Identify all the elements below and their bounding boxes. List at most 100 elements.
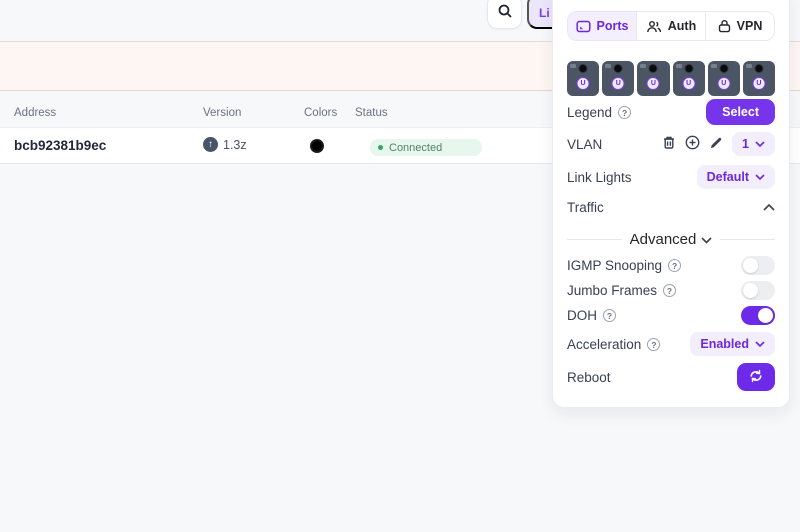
vlan-add-button[interactable] xyxy=(685,135,700,153)
vlan-edit-button[interactable] xyxy=(709,136,723,153)
reboot-label: Reboot xyxy=(567,369,611,385)
link-lights-value: Default xyxy=(706,170,749,184)
column-header-version: Version xyxy=(203,107,242,119)
port-untagged-badge: U xyxy=(682,77,696,90)
vlan-value: 1 xyxy=(742,137,749,151)
port-corner-label xyxy=(710,64,717,68)
port-led-icon xyxy=(754,64,764,73)
link-lights-dropdown[interactable]: Default xyxy=(696,165,775,189)
port-led-icon xyxy=(719,64,729,73)
tab-ports[interactable]: Ports xyxy=(568,12,637,40)
device-version: 1.3z xyxy=(223,137,247,152)
chevron-down-icon xyxy=(755,174,765,180)
advanced-label: Advanced xyxy=(629,230,697,248)
column-header-address: Address xyxy=(14,107,57,119)
status-dot-icon xyxy=(378,145,383,150)
acceleration-help-icon[interactable]: ? xyxy=(647,337,661,351)
vlan-dropdown[interactable]: 1 xyxy=(732,132,775,156)
doh-toggle[interactable] xyxy=(741,305,775,325)
reboot-row: Reboot xyxy=(567,362,775,392)
auth-users-icon xyxy=(646,20,662,33)
port-tiles-strip: U U U U U U xyxy=(567,61,776,96)
port-tile[interactable]: U xyxy=(707,61,740,96)
port-tile[interactable]: U xyxy=(672,61,705,96)
divider-line xyxy=(720,238,775,240)
igmp-snooping-row: IGMP Snooping ? xyxy=(567,253,775,277)
port-tile[interactable]: U xyxy=(742,61,776,96)
legend-label: Legend xyxy=(567,104,613,120)
plus-circle-icon xyxy=(685,135,700,153)
port-corner-label xyxy=(640,64,647,68)
port-led-icon xyxy=(613,64,623,73)
refresh-icon xyxy=(748,368,764,387)
jumbo-help-icon[interactable]: ? xyxy=(663,283,677,297)
jumbo-frames-label: Jumbo Frames xyxy=(567,282,658,298)
igmp-snooping-label: IGMP Snooping xyxy=(567,257,663,273)
port-corner-label xyxy=(570,64,576,68)
divider-line xyxy=(567,238,622,240)
doh-help-icon[interactable]: ? xyxy=(603,308,616,322)
jumbo-toggle[interactable] xyxy=(741,280,775,300)
tab-vpn-label: VPN xyxy=(736,19,763,33)
port-led-icon xyxy=(648,64,658,73)
igmp-toggle[interactable] xyxy=(741,255,775,275)
port-corner-label xyxy=(605,64,612,68)
port-untagged-badge: U xyxy=(611,77,625,90)
chevron-up-icon[interactable] xyxy=(763,198,775,216)
ports-icon xyxy=(575,20,591,33)
device-settings-panel: Ports Auth VPN U U U U U U Legend ? Sele… xyxy=(552,0,790,408)
vlan-label: VLAN xyxy=(567,136,603,152)
port-untagged-badge: U xyxy=(576,77,590,90)
tab-vpn[interactable]: VPN xyxy=(706,12,774,40)
igmp-help-icon[interactable]: ? xyxy=(668,258,682,272)
acceleration-row: Acceleration ? Enabled xyxy=(567,330,775,358)
port-corner-label xyxy=(675,64,682,68)
doh-row: DOH ? xyxy=(567,303,775,327)
reboot-button[interactable] xyxy=(737,363,775,391)
port-led-icon xyxy=(684,64,694,73)
port-untagged-badge: U xyxy=(717,77,731,90)
advanced-divider: Advanced xyxy=(567,227,775,251)
link-lights-row: Link Lights Default xyxy=(567,163,775,191)
tab-ports-label: Ports xyxy=(596,19,629,33)
panel-tabbar: Ports Auth VPN xyxy=(567,11,775,41)
vlan-row: VLAN 1 xyxy=(567,130,775,158)
port-tile[interactable]: U xyxy=(567,61,600,96)
port-corner-label xyxy=(745,64,752,68)
link-lights-label: Link Lights xyxy=(567,169,632,185)
device-address: bcb92381b9ec xyxy=(14,138,107,153)
advanced-toggle[interactable]: Advanced xyxy=(630,231,713,248)
search-button[interactable] xyxy=(487,0,522,29)
select-button[interactable]: Select xyxy=(706,99,775,125)
chevron-down-icon xyxy=(755,141,765,147)
chevron-down-icon xyxy=(701,231,712,248)
vlan-delete-button[interactable] xyxy=(662,135,676,153)
device-version-cell: ↑ 1.3z xyxy=(203,137,247,152)
trash-icon xyxy=(662,135,676,153)
tab-auth[interactable]: Auth xyxy=(637,12,706,40)
port-led-icon xyxy=(578,64,588,73)
status-badge: Connected xyxy=(370,139,482,156)
port-tile[interactable]: U xyxy=(602,61,635,96)
legend-help-icon[interactable]: ? xyxy=(618,105,632,119)
acceleration-dropdown[interactable]: Enabled xyxy=(690,332,775,356)
acceleration-value: Enabled xyxy=(700,337,749,351)
tab-auth-label: Auth xyxy=(667,19,697,33)
acceleration-label: Acceleration xyxy=(567,336,642,352)
chevron-down-icon xyxy=(755,341,765,347)
traffic-label: Traffic xyxy=(567,199,604,215)
status-label: Connected xyxy=(389,141,443,154)
column-header-colors: Colors xyxy=(304,107,338,119)
doh-label: DOH xyxy=(567,307,597,323)
search-icon xyxy=(497,3,513,22)
port-tile[interactable]: U xyxy=(637,61,670,96)
traffic-row[interactable]: Traffic xyxy=(567,195,775,219)
pencil-icon xyxy=(709,136,723,153)
jumbo-frames-row: Jumbo Frames ? xyxy=(567,278,775,302)
port-untagged-badge: U xyxy=(752,77,766,90)
legend-row: Legend ? Select xyxy=(567,98,775,126)
vpn-lock-icon xyxy=(718,19,731,33)
lights-button-label: Li xyxy=(539,6,550,20)
port-untagged-badge: U xyxy=(646,77,660,90)
column-header-status: Status xyxy=(355,107,388,119)
